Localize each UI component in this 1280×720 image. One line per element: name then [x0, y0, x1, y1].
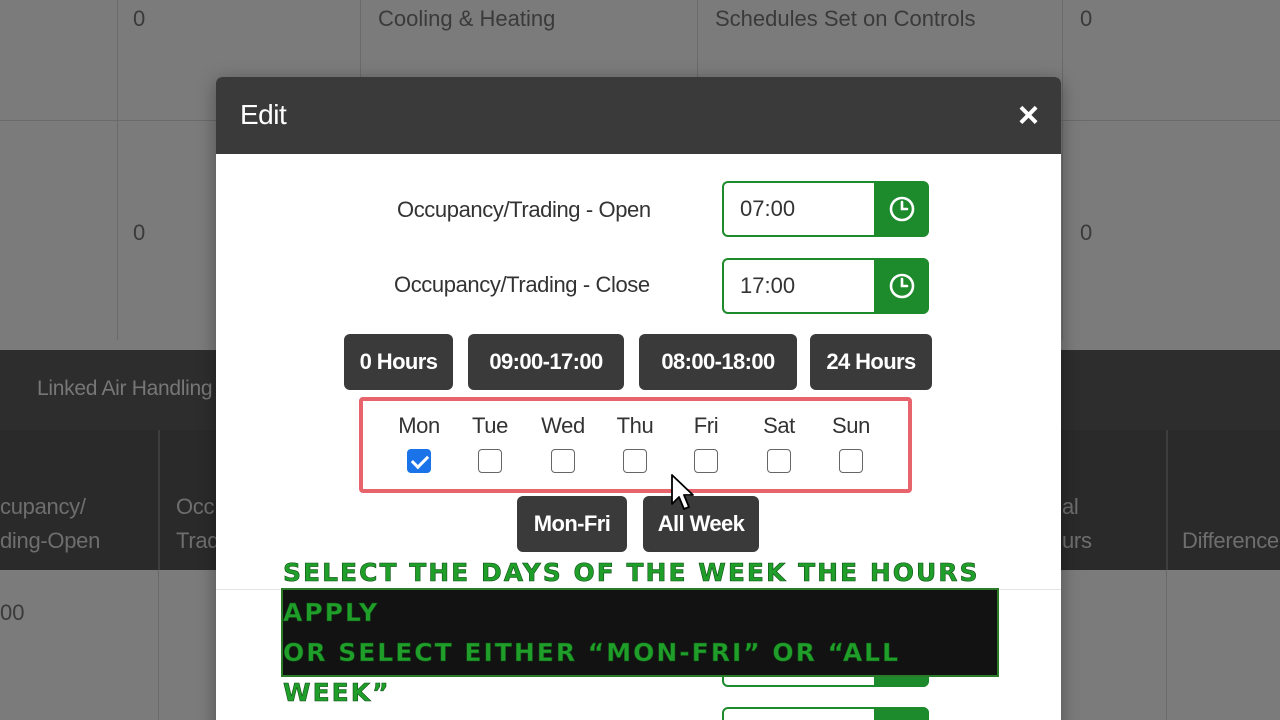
modal-header: Edit ×	[216, 77, 1061, 154]
open-time-group	[722, 181, 929, 237]
table-header-cell: Occ Trad	[176, 494, 220, 553]
day-label: Sat	[763, 413, 795, 438]
day-label: Tue	[472, 413, 508, 438]
grid-line	[117, 0, 118, 340]
day-thu: Thu	[605, 413, 665, 478]
caption-line-1: Select the days of the week the hours ap…	[283, 557, 980, 627]
bg-cell: Schedules Set on Controls	[715, 6, 976, 31]
preset-8-to-6-button[interactable]: 08:00-18:00	[639, 334, 797, 390]
caption-line-2: or select either “Mon-Fri” or “All Week”	[283, 637, 901, 707]
open-time-label: Occupancy/Trading - Open	[397, 197, 651, 222]
table-header-cell: Difference	[1182, 528, 1279, 553]
day-mon: Mon	[389, 413, 449, 478]
close-time-input[interactable]	[722, 258, 874, 314]
day-checkbox-thu[interactable]	[623, 449, 647, 473]
day-sat: Sat	[749, 413, 809, 478]
clock-icon[interactable]	[874, 181, 929, 237]
day-label: Mon	[398, 413, 440, 438]
mon-fri-button[interactable]: Mon-Fri	[517, 496, 627, 552]
all-week-button[interactable]: All Week	[643, 496, 759, 552]
open-time-input[interactable]	[722, 181, 874, 237]
close-time-group	[722, 258, 929, 314]
day-label: Wed	[541, 413, 585, 438]
day-checkbox-sun[interactable]	[839, 449, 863, 473]
day-checkbox-fri[interactable]	[694, 449, 718, 473]
bg-cell: 0	[1080, 6, 1093, 31]
header-divider	[1166, 430, 1168, 570]
day-checkbox-mon[interactable]	[407, 449, 431, 473]
day-sun: Sun	[821, 413, 881, 478]
day-label: Sun	[832, 413, 870, 438]
grid-line	[158, 570, 159, 720]
table-header-cell: cupancy/ ding-Open	[0, 494, 101, 553]
close-icon[interactable]: ×	[1018, 95, 1039, 135]
day-tue: Tue	[460, 413, 520, 478]
bg-cell: 0	[133, 6, 146, 31]
tutorial-caption: Select the days of the week the hours ap…	[281, 557, 999, 707]
days-highlight-box: Mon Tue Wed Thu Fri Sat Sun	[359, 397, 912, 493]
mouse-cursor-icon	[671, 474, 694, 510]
day-checkbox-wed[interactable]	[551, 449, 575, 473]
preset-0-hours-button[interactable]: 0 Hours	[344, 334, 453, 390]
table-cell: 00	[0, 600, 25, 625]
bg-cell: 0	[1080, 220, 1093, 245]
clock-icon[interactable]	[874, 258, 929, 314]
day-checkbox-tue[interactable]	[478, 449, 502, 473]
close-time-label: Occupancy/Trading - Close	[394, 272, 650, 297]
section-label: Linked Air Handling	[37, 377, 213, 400]
day-fri: Fri	[676, 413, 736, 478]
grid-line	[1166, 570, 1167, 720]
day-label: Thu	[616, 413, 654, 438]
day-label: Fri	[693, 413, 719, 438]
bg-cell: 0	[133, 220, 146, 245]
modal-title: Edit	[240, 99, 287, 130]
preset-9-to-5-button[interactable]: 09:00-17:00	[468, 334, 624, 390]
bg-cell: Cooling & Heating	[378, 6, 556, 31]
day-wed: Wed	[533, 413, 593, 478]
header-divider	[158, 430, 160, 570]
table-header-cell: al urs	[1062, 494, 1092, 553]
day-checkbox-sat[interactable]	[767, 449, 791, 473]
preset-24-hours-button[interactable]: 24 Hours	[810, 334, 932, 390]
grid-line	[1062, 0, 1063, 340]
